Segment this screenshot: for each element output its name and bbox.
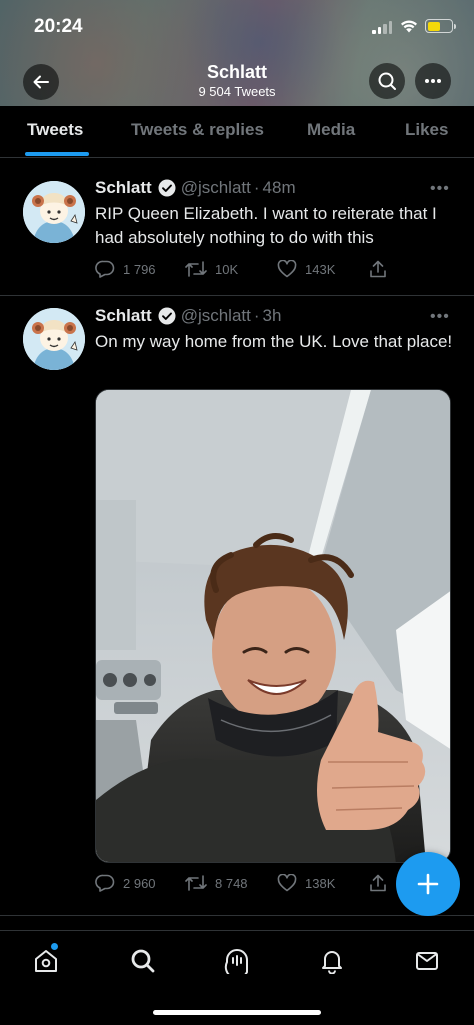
tweet-actions: 1 796 10K 143K [95, 260, 395, 280]
separator-dot: · [253, 178, 260, 197]
spaces-icon [224, 948, 248, 974]
retweet-button[interactable]: 10K [185, 260, 238, 278]
reply-button[interactable]: 1 796 [95, 260, 156, 278]
retweet-count: 8 748 [215, 875, 248, 891]
heart-icon [277, 260, 297, 278]
tweet-photo[interactable] [95, 389, 451, 863]
avatar[interactable] [23, 181, 85, 243]
compose-tweet-button[interactable] [396, 852, 460, 916]
reply-button[interactable]: 2 960 [95, 874, 156, 892]
tweet-text: RIP Queen Elizabeth. I want to reiterate… [95, 204, 437, 247]
home-notification-dot [51, 943, 58, 950]
share-button[interactable] [369, 874, 387, 892]
status-bar: 20:24 [0, 0, 474, 56]
nav-home[interactable] [30, 943, 62, 977]
avatar[interactable] [23, 308, 85, 370]
wifi-icon [401, 20, 417, 33]
retweet-icon [185, 875, 207, 891]
nav-messages[interactable] [411, 945, 443, 977]
tweet-more-button[interactable]: ••• [430, 180, 450, 198]
plus-icon [417, 873, 439, 895]
separator-dot: · [253, 306, 260, 325]
retweet-icon [185, 261, 207, 277]
tweet[interactable]: Schlatt @jschlatt · 3h ••• On my way hom… [0, 296, 474, 916]
tweet-more-button[interactable]: ••• [430, 308, 450, 326]
reply-icon [95, 260, 115, 278]
like-count: 138K [305, 875, 336, 891]
nav-spaces[interactable] [221, 945, 253, 977]
share-icon [370, 260, 386, 278]
home-indicator[interactable] [153, 1010, 321, 1015]
home-icon [35, 950, 57, 972]
tweet-time[interactable]: 48m [263, 178, 296, 198]
author-name[interactable]: Schlatt [95, 306, 152, 326]
tab-tweets-replies[interactable]: Tweets & replies [131, 120, 264, 140]
retweet-count: 10K [215, 261, 239, 277]
search-icon [378, 72, 396, 90]
nav-notifications[interactable] [316, 945, 348, 977]
battery-icon [425, 19, 456, 33]
author-handle[interactable]: @jschlatt [181, 178, 251, 198]
more-button[interactable] [415, 63, 451, 99]
nav-explore[interactable] [127, 945, 159, 977]
tweet-text: On my way home from the UK. Love that pl… [95, 332, 453, 351]
tweet-actions: 2 960 8 748 138K [95, 874, 395, 894]
cellular-signal-icon [372, 21, 392, 34]
avatar-illustration [23, 308, 85, 370]
reply-count: 1 796 [123, 261, 156, 277]
reply-icon [95, 874, 115, 892]
like-button[interactable]: 143K [277, 260, 335, 278]
more-horizontal-icon [425, 79, 441, 83]
avatar-illustration [23, 181, 85, 243]
active-tab-indicator [25, 152, 89, 156]
tab-likes[interactable]: Likes [405, 120, 448, 140]
reply-count: 2 960 [123, 875, 156, 891]
search-icon [131, 949, 155, 973]
heart-icon [277, 874, 297, 892]
notifications-icon [322, 951, 342, 974]
like-count: 143K [305, 261, 336, 277]
selfie-photo [96, 390, 450, 862]
tab-tweets[interactable]: Tweets [27, 120, 83, 140]
verified-badge-icon [158, 179, 176, 197]
profile-tabs: Tweets Tweets & replies Media Likes [0, 106, 474, 158]
share-icon [370, 874, 386, 892]
tweet-time[interactable]: 3h [263, 306, 282, 326]
verified-badge-icon [158, 307, 176, 325]
retweet-button[interactable]: 8 748 [185, 874, 248, 892]
author-name[interactable]: Schlatt [95, 178, 152, 198]
profile-header: 20:24 Schlatt 9 504 Tweets [0, 0, 474, 106]
like-button[interactable]: 138K [277, 874, 335, 892]
author-handle[interactable]: @jschlatt [181, 306, 251, 326]
share-button[interactable] [369, 260, 387, 278]
status-time: 20:24 [34, 16, 83, 37]
search-button[interactable] [369, 63, 405, 99]
tab-media[interactable]: Media [307, 120, 355, 140]
tweet[interactable]: Schlatt @jschlatt · 48m ••• RIP Queen El… [0, 162, 474, 296]
messages-icon [416, 952, 438, 970]
